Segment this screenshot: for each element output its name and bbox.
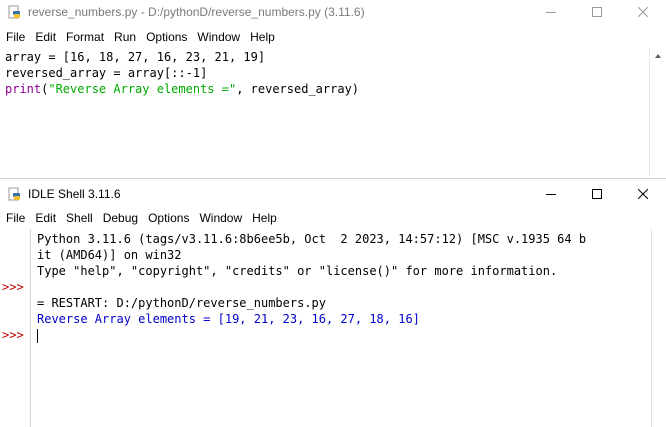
minimize-icon[interactable] xyxy=(528,0,574,24)
close-icon[interactable] xyxy=(620,0,666,24)
banner-line-2: it (AMD64)] on win32 xyxy=(37,248,182,262)
prompt-gutter: >>> >>> xyxy=(0,229,31,427)
scroll-up-icon[interactable] xyxy=(655,54,661,58)
shell-prompt: >>> xyxy=(2,328,24,342)
menu-format[interactable]: Format xyxy=(61,27,109,47)
banner-line-1: Python 3.11.6 (tags/v3.11.6:8b6ee5b, Oct… xyxy=(37,232,587,246)
program-output: Reverse Array elements = [19, 21, 23, 16… xyxy=(37,312,420,326)
editor-menu-bar: File Edit Format Run Options Window Help xyxy=(0,27,666,47)
editor-title-bar[interactable]: reverse_numbers.py - D:/pythonD/reverse_… xyxy=(0,0,666,24)
menu-options[interactable]: Options xyxy=(141,27,192,47)
python-file-icon xyxy=(8,187,22,201)
shell-menu-bar: File Edit Shell Debug Options Window Hel… xyxy=(0,208,666,228)
code-line-1: array = [16, 18, 27, 16, 23, 21, 19] xyxy=(5,50,266,64)
close-icon[interactable] xyxy=(620,181,666,207)
maximize-icon[interactable] xyxy=(574,0,620,24)
menu-file[interactable]: File xyxy=(0,208,30,228)
editor-window: reverse_numbers.py - D:/pythonD/reverse_… xyxy=(0,0,666,176)
menu-edit[interactable]: Edit xyxy=(30,27,61,47)
text-cursor xyxy=(37,329,38,343)
shell-window: IDLE Shell 3.11.6 File Edit Shell Debug … xyxy=(0,178,666,427)
shell-window-title: IDLE Shell 3.11.6 xyxy=(28,187,121,201)
menu-shell[interactable]: Shell xyxy=(61,208,98,228)
restart-line: = RESTART: D:/pythonD/reverse_numbers.py xyxy=(37,296,326,310)
menu-help[interactable]: Help xyxy=(247,208,282,228)
menu-window[interactable]: Window xyxy=(192,27,245,47)
banner-line-3: Type "help", "copyright", "credits" or "… xyxy=(37,264,558,278)
code-line-2: reversed_array = array[::-1] xyxy=(5,66,208,80)
shell-output-area[interactable]: Python 3.11.6 (tags/v3.11.6:8b6ee5b, Oct… xyxy=(37,229,651,427)
shell-scrollbar[interactable] xyxy=(651,229,666,427)
menu-options[interactable]: Options xyxy=(143,208,194,228)
menu-run[interactable]: Run xyxy=(109,27,141,47)
shell-prompt: >>> xyxy=(2,280,24,294)
menu-file[interactable]: File xyxy=(0,27,30,47)
maximize-icon[interactable] xyxy=(574,181,620,207)
code-args: , reversed_array) xyxy=(236,82,360,96)
editor-scrollbar[interactable] xyxy=(649,48,666,176)
menu-edit[interactable]: Edit xyxy=(30,208,61,228)
string-literal: "Reverse Array elements =" xyxy=(48,82,237,96)
shell-title-bar[interactable]: IDLE Shell 3.11.6 xyxy=(0,181,666,207)
python-file-icon xyxy=(8,5,22,19)
menu-help[interactable]: Help xyxy=(245,27,280,47)
editor-window-title: reverse_numbers.py - D:/pythonD/reverse_… xyxy=(28,5,365,19)
code-editor[interactable]: array = [16, 18, 27, 16, 23, 21, 19] rev… xyxy=(0,48,650,176)
code-line-3: print("Reverse Array elements =", revers… xyxy=(5,81,359,97)
minimize-icon[interactable] xyxy=(528,181,574,207)
menu-debug[interactable]: Debug xyxy=(98,208,143,228)
builtin-print: print xyxy=(5,82,42,96)
shell-body: >>> >>> Python 3.11.6 (tags/v3.11.6:8b6e… xyxy=(0,229,666,427)
menu-window[interactable]: Window xyxy=(194,208,247,228)
